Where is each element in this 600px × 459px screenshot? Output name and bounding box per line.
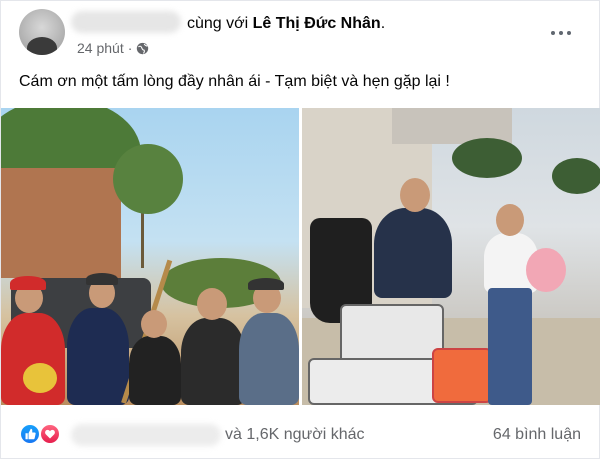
post-card: cùng với Lê Thị Đức Nhân. 24 phút · Cám … [0,0,600,459]
reactor-names-blurred[interactable] [71,424,221,446]
person-3-head [141,310,167,338]
neck-pillow [526,248,566,292]
person-2-cap [86,273,118,285]
person-2 [67,308,129,405]
tag-suffix: . [380,15,386,32]
love-icon[interactable] [39,423,61,445]
thumbs-up-icon [25,428,36,440]
palm-crown [113,144,183,214]
more-options-button[interactable] [549,23,573,43]
man-head [400,178,430,212]
more-dot-icon [567,31,571,35]
author-name-blurred[interactable] [71,11,181,33]
person-4 [181,318,245,405]
woman-head [496,204,524,236]
suitcase-pink [432,348,492,403]
man-dark-shirt [374,208,452,298]
palm-tree [452,138,522,178]
person-4-head [197,288,227,320]
meta-separator: · [127,40,133,56]
avatar[interactable] [19,9,65,55]
more-dot-icon [551,31,555,35]
tag-line: cùng với Lê Thị Đức Nhân. [187,15,385,33]
post-header: cùng với Lê Thị Đức Nhân. 24 phút · [1,1,600,63]
heart-icon [45,429,55,439]
comment-count[interactable]: 64 bình luận [493,426,581,444]
person-5 [239,313,299,405]
bananas [23,363,57,393]
post-photo-left[interactable] [1,108,299,405]
person-5-cap [248,278,284,290]
post-photo-right[interactable] [302,108,600,405]
post-meta: 24 phút · [77,40,149,56]
person-3 [129,336,181,405]
person-1-cap [10,276,46,290]
tagged-user-link[interactable]: Lê Thị Đức Nhân [253,15,381,32]
like-icon[interactable] [19,423,41,445]
post-caption: Cám ơn một tấm lòng đầy nhân ái - Tạm bi… [19,73,450,90]
woman-jeans [488,288,532,405]
reaction-count[interactable]: và 1,6K người khác [225,426,365,444]
building-wall [1,168,121,278]
more-dot-icon [559,31,563,35]
reactions-bar: và 1,6K người khác 64 bình luận [1,409,600,459]
globe-icon[interactable] [136,42,149,55]
suitcase [340,304,444,366]
palm-tree [552,158,600,194]
with-text: cùng với [187,15,249,32]
post-time-link[interactable]: 24 phút [77,40,124,56]
